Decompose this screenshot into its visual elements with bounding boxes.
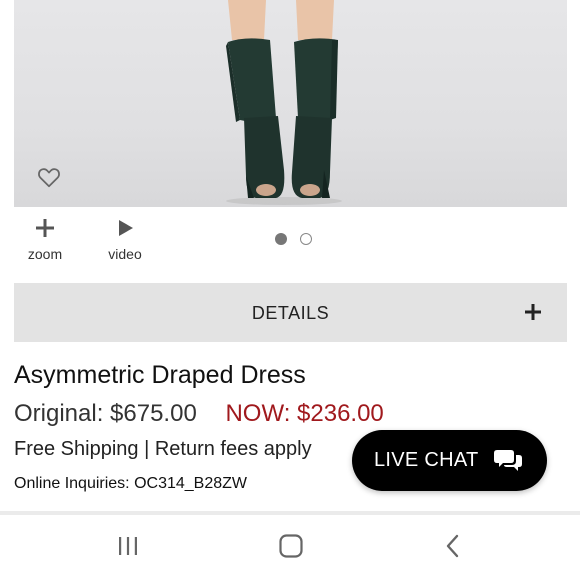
boot-photo	[226, 0, 342, 205]
live-chat-button[interactable]: LIVE CHAT	[352, 430, 547, 491]
shipping-info: Free Shipping | Return fees apply	[14, 438, 312, 460]
carousel-dot-1[interactable]	[275, 233, 287, 245]
details-accordion[interactable]: DETAILS	[14, 283, 567, 342]
recents-icon	[119, 537, 137, 555]
play-icon	[113, 216, 137, 240]
product-title: Asymmetric Draped Dress	[14, 361, 306, 389]
zoom-button[interactable]: zoom	[15, 216, 75, 266]
carousel-dots	[275, 233, 312, 247]
product-page: zoom video DETAILS Asymmetric Draped Dre…	[0, 0, 580, 579]
sale-price: NOW: $236.00	[225, 400, 384, 427]
recents-button[interactable]	[113, 531, 143, 561]
carousel-dot-2[interactable]	[300, 233, 312, 245]
plus-icon	[33, 216, 57, 240]
wishlist-heart-icon[interactable]	[36, 164, 62, 190]
online-inquiries: Online Inquiries: OC314_B28ZW	[14, 475, 247, 492]
live-chat-label: LIVE CHAT	[374, 449, 479, 471]
expand-plus-icon	[523, 302, 543, 322]
back-icon	[446, 534, 459, 558]
original-price: Original: $675.00	[14, 400, 197, 427]
price-row: Original: $675.00 NOW: $236.00	[14, 400, 384, 428]
home-icon	[279, 534, 303, 558]
chat-bubbles-icon	[494, 447, 522, 473]
product-image[interactable]	[14, 0, 567, 207]
video-button[interactable]: video	[95, 216, 155, 266]
details-label: DETAILS	[251, 303, 330, 323]
system-navigation-bar	[0, 515, 580, 579]
home-button[interactable]	[276, 531, 306, 561]
back-button[interactable]	[438, 531, 468, 561]
zoom-label: zoom	[27, 246, 63, 262]
video-label: video	[108, 246, 142, 262]
